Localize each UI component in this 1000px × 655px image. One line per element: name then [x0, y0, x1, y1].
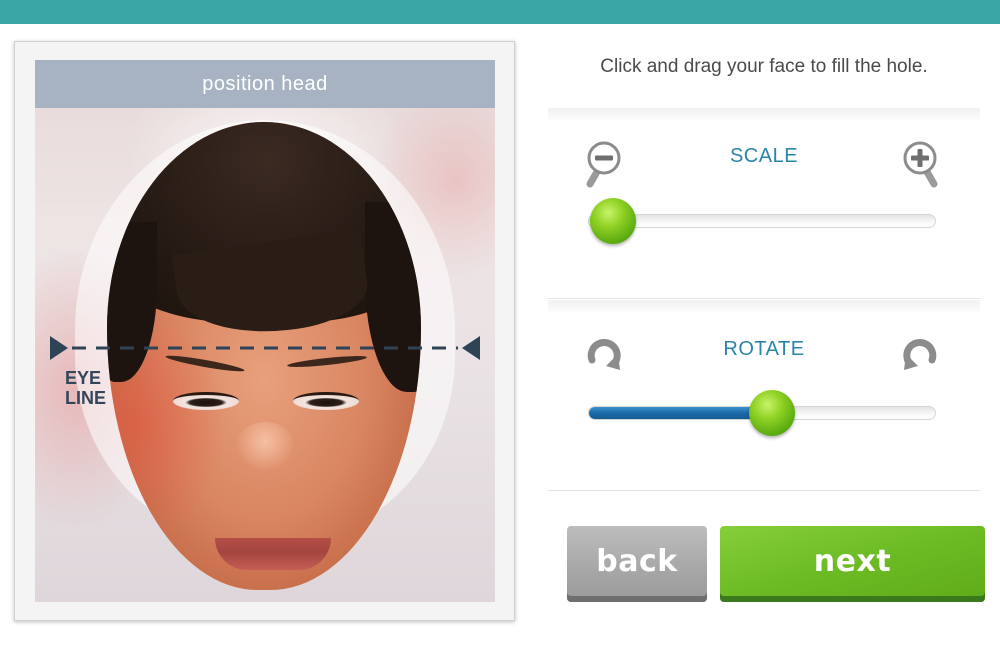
editor-header: position head	[35, 60, 495, 108]
rotate-counterclockwise-icon[interactable]	[900, 330, 940, 378]
nose	[235, 422, 295, 472]
eye-line-label-line-1: EYE	[65, 368, 102, 388]
eye-line-right-arrow-icon	[462, 336, 480, 360]
right-eye	[293, 392, 359, 410]
rotate-slider-thumb[interactable]	[749, 390, 796, 436]
eye-line-label-line-2: LINE	[65, 388, 107, 408]
eye-line-label: EYE LINE	[65, 368, 125, 408]
rotate-slider-track[interactable]	[588, 390, 936, 436]
face-canvas[interactable]: EYE LINE position head	[35, 60, 495, 602]
divider	[548, 490, 980, 491]
photo-frame: EYE LINE position head	[14, 41, 515, 621]
rotate-slider-fill	[589, 407, 773, 419]
eye-line-guide	[50, 336, 480, 360]
rotate-control: ROTATE	[548, 300, 980, 488]
zoom-in-icon[interactable]	[900, 140, 940, 188]
scale-slider-track[interactable]	[588, 198, 936, 244]
top-bar	[0, 0, 1000, 24]
scale-slider-thumb[interactable]	[590, 198, 637, 244]
eye-line-left-arrow-icon	[50, 336, 68, 360]
scale-control: SCALE	[548, 108, 980, 296]
back-button[interactable]: back	[567, 526, 707, 602]
left-eye	[173, 392, 239, 410]
mouth	[215, 538, 331, 570]
instruction-text: Click and drag your face to fill the hol…	[600, 56, 928, 77]
next-button[interactable]: next	[720, 526, 985, 602]
divider	[548, 298, 980, 299]
